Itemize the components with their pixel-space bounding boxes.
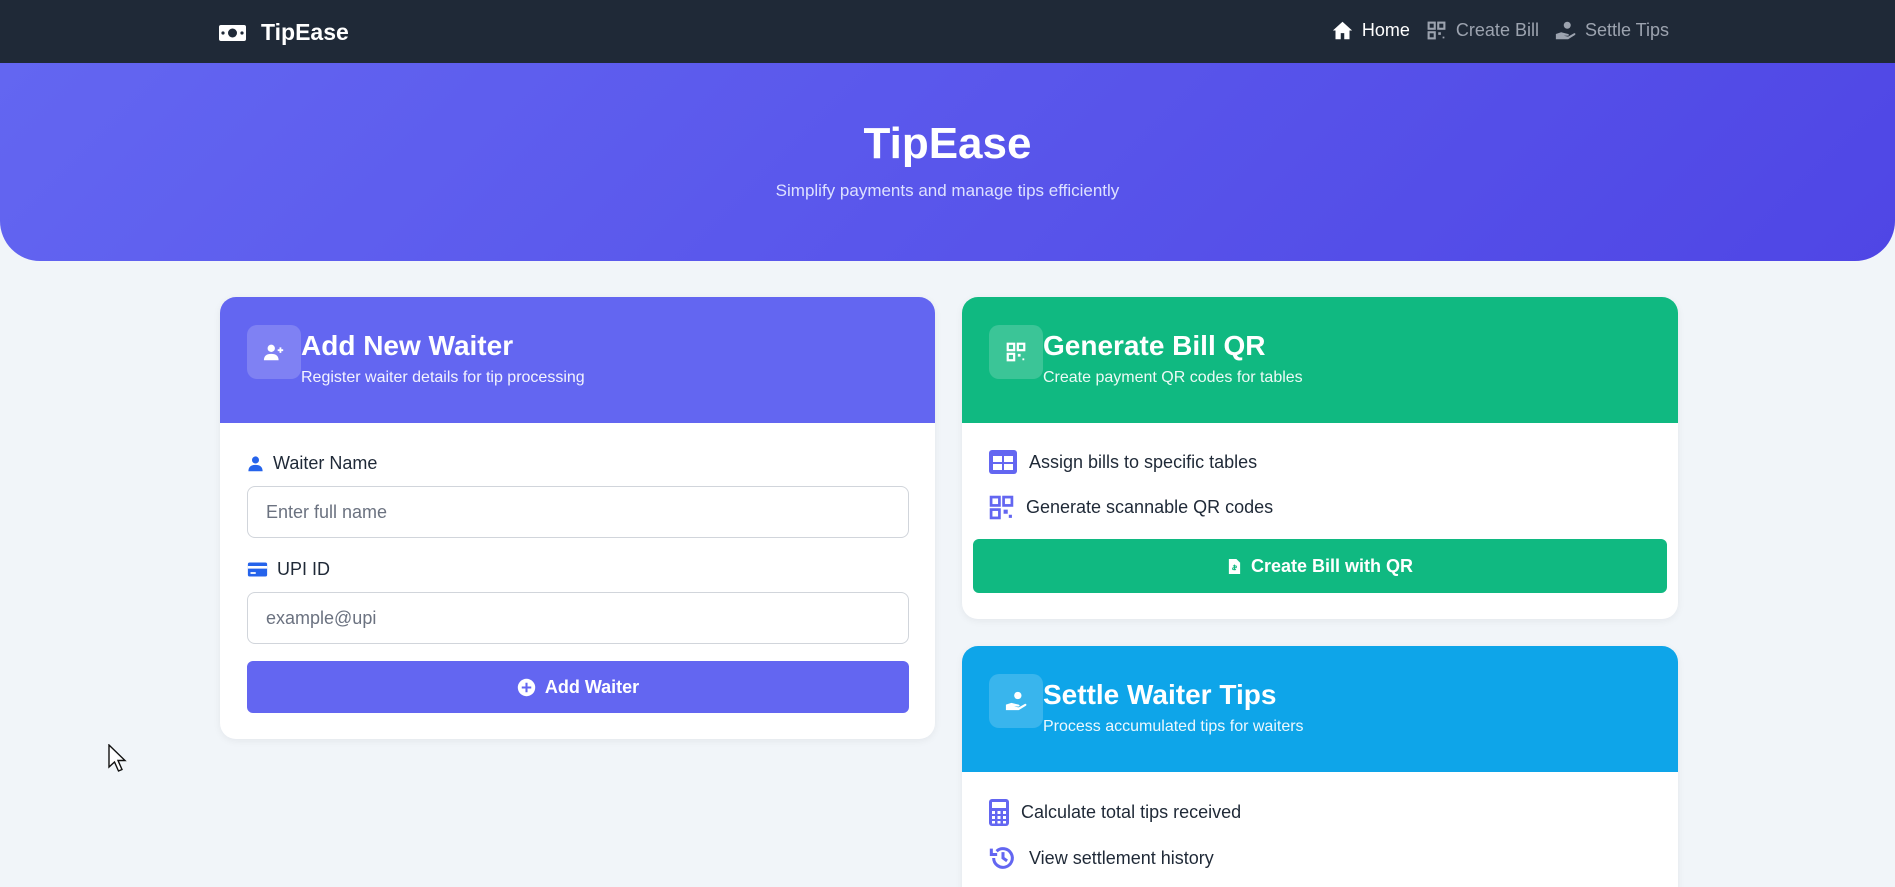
qrcode-icon xyxy=(1427,21,1446,40)
add-waiter-subtitle: Register waiter details for tip processi… xyxy=(301,369,585,386)
brand[interactable]: TipEase xyxy=(219,19,349,46)
hero-subtitle: Simplify payments and manage tips effici… xyxy=(775,181,1120,200)
waiter-name-label: Waiter Name xyxy=(247,453,377,474)
nav-settle-tips[interactable]: Settle Tips xyxy=(1555,20,1669,41)
settle-tips-title: Settle Waiter Tips xyxy=(1043,679,1277,710)
hero-banner: TipEase Simplify payments and manage tip… xyxy=(0,63,1895,261)
hand-coin-icon xyxy=(989,674,1043,728)
feature-settlement-history: View settlement history xyxy=(989,844,1214,872)
feature-generate-qr: Generate scannable QR codes xyxy=(989,495,1273,520)
generate-bill-card: Generate Bill QR Create payment QR codes… xyxy=(962,297,1678,619)
user-icon xyxy=(248,456,263,472)
add-waiter-button[interactable]: Add Waiter xyxy=(247,661,909,713)
waiter-name-label-text: Waiter Name xyxy=(273,453,378,473)
upi-id-label-text: UPI ID xyxy=(277,559,331,579)
money-bill-icon xyxy=(219,24,246,41)
nav-create-bill[interactable]: Create Bill xyxy=(1426,20,1539,41)
nav-home-label: Home xyxy=(1361,20,1410,40)
mouse-cursor-icon xyxy=(108,744,127,772)
qrcode-icon xyxy=(989,325,1043,379)
file-invoice-icon xyxy=(1228,558,1241,574)
feature-settlement-history-text: View settlement history xyxy=(1029,847,1214,868)
home-icon xyxy=(1332,21,1353,40)
settle-tips-card: Settle Waiter Tips Process accumulated t… xyxy=(962,646,1678,887)
generate-bill-subtitle: Create payment QR codes for tables xyxy=(1043,369,1303,386)
add-waiter-card: Add New Waiter Register waiter details f… xyxy=(220,297,935,739)
upi-id-input[interactable] xyxy=(247,592,909,644)
feature-assign-bills-text: Assign bills to specific tables xyxy=(1029,451,1258,472)
history-icon xyxy=(989,847,1014,869)
waiter-name-input[interactable] xyxy=(247,486,909,538)
feature-calculate-tips-text: Calculate total tips received xyxy=(1021,802,1242,822)
hero-title: TipEase xyxy=(863,119,1032,168)
nav-links: Home Create Bill Settle Tips xyxy=(1316,20,1669,41)
settle-tips-header: Settle Waiter Tips Process accumulated t… xyxy=(962,646,1678,772)
generate-bill-header: Generate Bill QR Create payment QR codes… xyxy=(962,297,1678,423)
brand-name: TipEase xyxy=(261,19,349,45)
hand-coin-icon xyxy=(1555,21,1576,40)
add-waiter-button-label: Add Waiter xyxy=(544,676,640,697)
navbar: TipEase Home Create Bill Settle Tips xyxy=(0,0,1895,63)
feature-generate-qr-text: Generate scannable QR codes xyxy=(1026,497,1274,517)
upi-id-label: UPI ID xyxy=(247,559,330,580)
calculator-icon xyxy=(989,799,1009,826)
table-icon xyxy=(989,450,1017,474)
generate-bill-title: Generate Bill QR xyxy=(1043,330,1266,361)
qrcode-icon xyxy=(989,495,1014,520)
nav-create-bill-label: Create Bill xyxy=(1455,20,1539,40)
plus-circle-icon xyxy=(517,678,536,696)
add-waiter-title: Add New Waiter xyxy=(301,330,514,361)
feature-calculate-tips: Calculate total tips received xyxy=(989,799,1241,826)
user-plus-icon xyxy=(247,325,301,379)
add-waiter-header: Add New Waiter Register waiter details f… xyxy=(220,297,935,423)
feature-assign-bills: Assign bills to specific tables xyxy=(989,450,1257,474)
create-bill-button-label: Create Bill with QR xyxy=(1250,555,1414,576)
create-bill-button[interactable]: Create Bill with QR xyxy=(973,539,1667,593)
credit-card-icon xyxy=(247,562,268,577)
nav-settle-tips-label: Settle Tips xyxy=(1584,20,1669,40)
nav-home[interactable]: Home xyxy=(1332,20,1410,41)
settle-tips-subtitle: Process accumulated tips for waiters xyxy=(1043,718,1304,735)
